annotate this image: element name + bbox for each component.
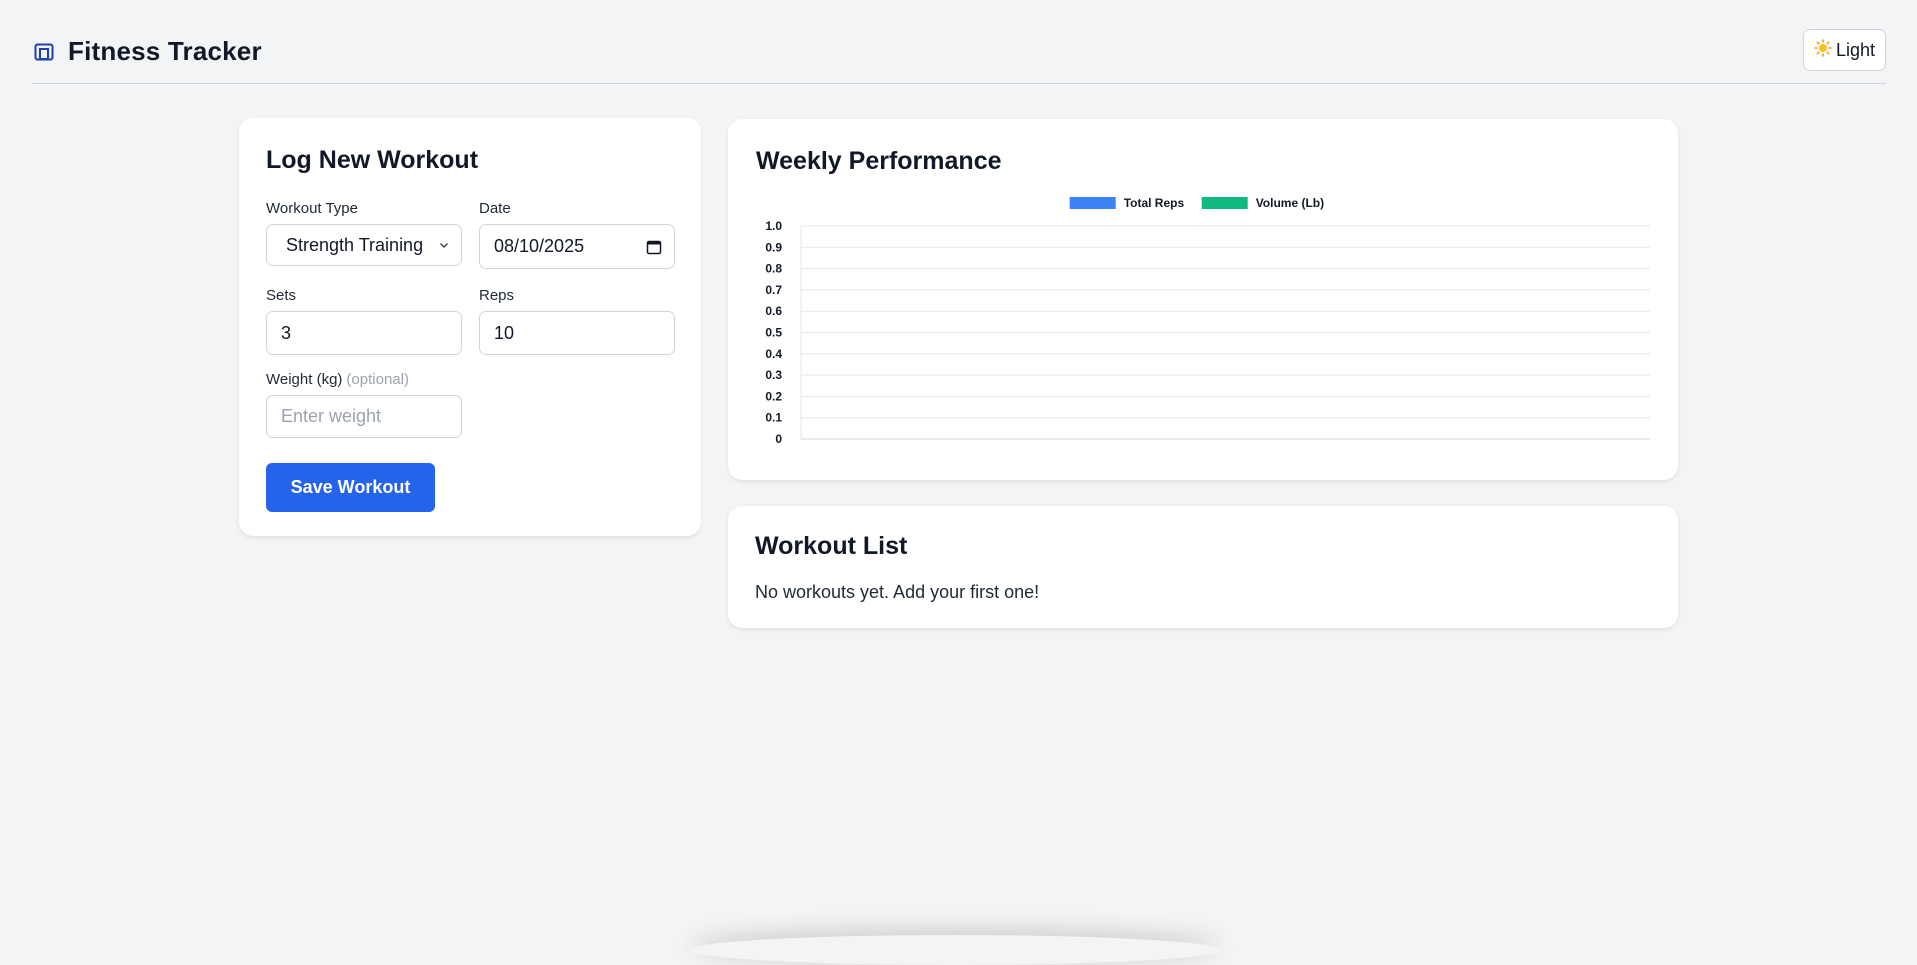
sun-icon	[1814, 38, 1832, 62]
weight-label: Weight (kg) (optional)	[266, 371, 409, 388]
log-workout-card: Log New Workout Workout Type Strength Tr…	[239, 118, 701, 536]
reps-input[interactable]: 10	[479, 311, 675, 355]
y-tick-label: 0.9	[765, 240, 782, 254]
date-input[interactable]: 08/10/2025	[479, 224, 675, 269]
y-tick-label: 0.6	[765, 304, 782, 318]
sets-input[interactable]: 3	[266, 311, 462, 355]
brand: Fitness Tracker	[34, 36, 262, 67]
theme-toggle-label: Light	[1835, 39, 1875, 60]
sets-value: 3	[281, 322, 292, 343]
legend-label: Total Reps	[1124, 196, 1185, 210]
app-title: Fitness Tracker	[68, 36, 262, 66]
y-tick-label: 0	[775, 432, 782, 446]
workout-list-title: Workout List	[755, 532, 908, 560]
app-header: Fitness Tracker Light	[32, 28, 1886, 84]
weight-label-text: Weight (kg)	[266, 371, 343, 388]
dumbbell-box-icon	[34, 42, 54, 62]
y-tick-label: 0.4	[765, 347, 782, 361]
date-value: 08/10/2025	[494, 236, 585, 256]
weekly-performance-card: Weekly Performance 1.0 0.9 0.8 0.7 0.6 0.5 0.4…	[728, 119, 1678, 480]
y-tick-label: 0.1	[765, 411, 782, 425]
workout-type-value: Strength Training	[286, 234, 424, 255]
workout-list-empty-message: No workouts yet. Add your first one!	[755, 582, 1040, 602]
y-tick-label: 0.5	[765, 326, 782, 340]
legend-label: Volume (Lb)	[1256, 196, 1324, 210]
workout-type-label: Workout Type	[266, 200, 358, 217]
sets-label: Sets	[266, 287, 297, 304]
weight-optional-hint: (optional)	[346, 371, 409, 388]
legend-swatch	[1069, 197, 1116, 209]
weight-placeholder: Enter weight	[281, 406, 382, 426]
reps-label: Reps	[479, 287, 515, 304]
save-workout-button[interactable]: Save Workout	[266, 463, 435, 512]
theme-toggle-button[interactable]: Light	[1802, 29, 1886, 71]
date-label: Date	[479, 200, 511, 217]
legend-swatch	[1201, 197, 1248, 209]
y-tick-label: 0.7	[765, 283, 782, 297]
y-tick-label: 0.3	[765, 368, 782, 382]
workout-type-select[interactable]: Strength Training	[266, 224, 462, 266]
y-tick-label: 0.2	[765, 389, 782, 403]
y-tick-label: 0.8	[765, 262, 782, 276]
weight-input[interactable]: Enter weight	[266, 395, 462, 438]
log-workout-title: Log New Workout	[266, 146, 479, 174]
y-tick-label: 1.0	[765, 219, 782, 233]
reps-value: 10	[494, 322, 515, 343]
workout-list-card: Workout List No workouts yet. Add your f…	[728, 506, 1678, 628]
bottom-popup-shadow	[690, 935, 1220, 965]
performance-chart: 1.0 0.9 0.8 0.7 0.6 0.5 0.4 0.3 0.2 0.1 0 Total Rep…	[765, 196, 1650, 446]
calendar-icon[interactable]	[646, 239, 662, 255]
chevron-down-icon	[439, 240, 449, 250]
